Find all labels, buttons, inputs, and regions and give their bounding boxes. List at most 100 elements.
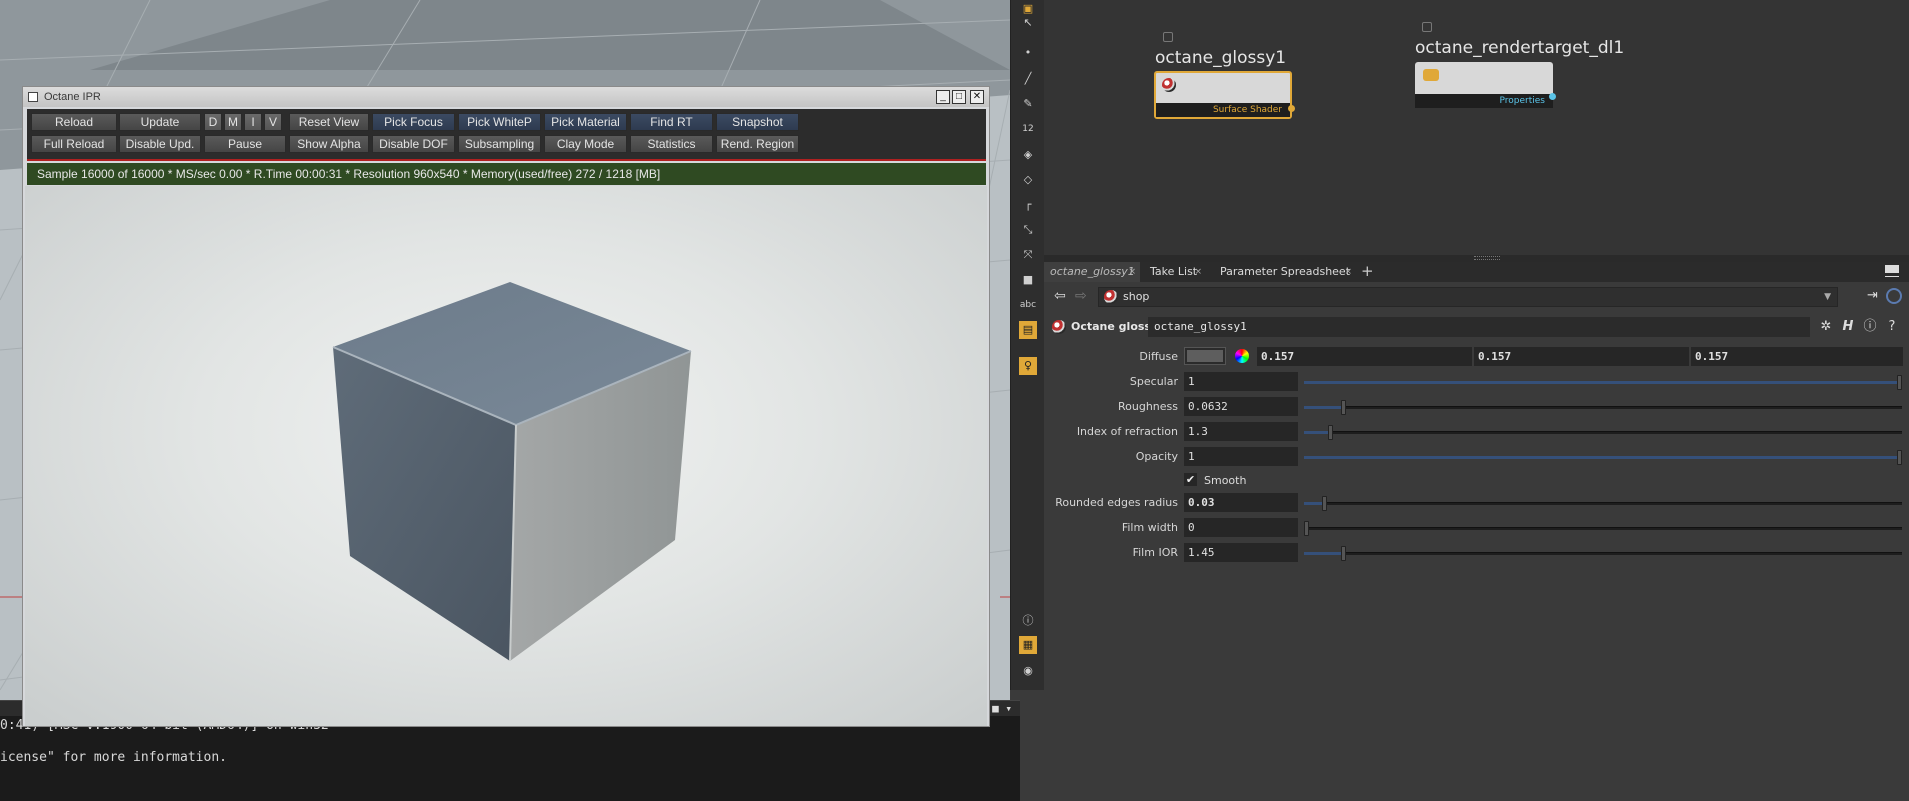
info-icon[interactable]: ⓘ: [1862, 319, 1878, 335]
grid-icon[interactable]: ▦: [1019, 636, 1037, 654]
d-button[interactable]: D: [204, 113, 222, 131]
opacity-field[interactable]: 1: [1184, 447, 1298, 466]
close-tab-icon[interactable]: ×: [1128, 262, 1136, 282]
tab-parameter-spreadsheet[interactable]: Parameter Spreadsheet ×: [1214, 262, 1356, 282]
reload-button[interactable]: Reload: [31, 113, 117, 131]
output-port-icon[interactable]: [1549, 93, 1556, 100]
pick-focus-button[interactable]: Pick Focus: [372, 113, 455, 131]
param-diffuse: Diffuse 0.157 0.157 0.157: [1044, 347, 1909, 367]
lock-icon[interactable]: [1422, 22, 1432, 32]
info-icon[interactable]: ⓘ: [1019, 612, 1037, 630]
move-icon[interactable]: ⤧: [1019, 246, 1037, 264]
film-ior-slider[interactable]: [1304, 546, 1902, 561]
lightbulb-icon[interactable]: ♀: [1019, 357, 1037, 375]
gear-icon[interactable]: ✲: [1818, 319, 1834, 335]
m-button[interactable]: M: [224, 113, 242, 131]
slider-handle[interactable]: [1322, 496, 1327, 511]
find-rt-button[interactable]: Find RT: [630, 113, 713, 131]
roughness-field[interactable]: 0.0632: [1184, 397, 1298, 416]
slider-handle[interactable]: [1897, 375, 1902, 390]
ior-field[interactable]: 1.3: [1184, 422, 1298, 441]
bucket-icon[interactable]: ◈: [1019, 146, 1037, 164]
clay-mode-button[interactable]: Clay Mode: [544, 135, 627, 153]
tab-octane-glossy1[interactable]: octane_glossy1 ×: [1044, 262, 1140, 282]
node-tile[interactable]: Surface Shader: [1154, 71, 1292, 119]
render-image[interactable]: [25, 186, 987, 726]
pane-split-handle[interactable]: [1044, 255, 1909, 262]
diffuse-r-field[interactable]: 0.157: [1257, 347, 1472, 366]
pause-button[interactable]: Pause: [204, 135, 286, 153]
specular-slider[interactable]: [1304, 375, 1902, 390]
slider-handle[interactable]: [1897, 450, 1902, 465]
brush-icon[interactable]: ╱: [1019, 70, 1037, 88]
rounded-edges-slider[interactable]: [1304, 496, 1902, 511]
v-button[interactable]: V: [264, 113, 282, 131]
opacity-slider[interactable]: [1304, 450, 1902, 465]
minimize-button[interactable]: _: [936, 90, 950, 104]
rounded-edges-field[interactable]: 0.03: [1184, 493, 1298, 512]
color-swatch[interactable]: [1184, 347, 1226, 365]
pane-menu-icon[interactable]: [1885, 265, 1899, 277]
subsampling-button[interactable]: Subsampling: [458, 135, 541, 153]
link-icon[interactable]: [1886, 288, 1902, 304]
update-button[interactable]: Update: [119, 113, 201, 131]
window-titlebar[interactable]: Octane IPR _ □ ✕: [23, 87, 989, 107]
scale-icon[interactable]: ⤡: [1019, 221, 1037, 239]
close-tab-icon[interactable]: ×: [1344, 262, 1352, 282]
close-button[interactable]: ✕: [970, 90, 984, 104]
add-tab-button[interactable]: +: [1361, 262, 1374, 282]
chevron-down-icon[interactable]: ▼: [1824, 288, 1831, 306]
pen-icon[interactable]: ✎: [1019, 95, 1037, 113]
roughness-slider[interactable]: [1304, 400, 1902, 415]
output-port-icon[interactable]: [1288, 105, 1295, 112]
close-tab-icon[interactable]: ×: [1194, 262, 1202, 282]
slider-handle[interactable]: [1304, 521, 1309, 536]
pin-icon[interactable]: ⇥: [1867, 288, 1878, 303]
smooth-checkbox[interactable]: ✔: [1184, 473, 1197, 486]
select-arrow-icon[interactable]: ↖: [1019, 14, 1037, 32]
dot-icon[interactable]: •: [1019, 44, 1037, 62]
console-menu-icon[interactable]: ■ ▾: [992, 702, 1012, 715]
stop-icon[interactable]: ■: [1019, 271, 1037, 289]
number-tool-icon[interactable]: 12: [1019, 120, 1037, 138]
slider-handle[interactable]: [1341, 400, 1346, 415]
pick-material-button[interactable]: Pick Material: [544, 113, 627, 131]
image-icon[interactable]: ▤: [1019, 321, 1037, 339]
color-wheel-icon[interactable]: [1235, 349, 1249, 363]
diffuse-b-field[interactable]: 0.157: [1691, 347, 1903, 366]
tab-take-list[interactable]: Take List ×: [1144, 262, 1206, 282]
disable-updates-button[interactable]: Disable Upd.: [119, 135, 201, 153]
slider-handle[interactable]: [1328, 425, 1333, 440]
node-name-field[interactable]: octane_glossy1: [1148, 317, 1810, 337]
maximize-button[interactable]: □: [952, 90, 966, 104]
lock-icon[interactable]: [1163, 32, 1173, 42]
reset-view-button[interactable]: Reset View: [289, 113, 369, 131]
ior-slider[interactable]: [1304, 425, 1902, 440]
full-reload-button[interactable]: Full Reload: [31, 135, 117, 153]
help-icon[interactable]: ?: [1884, 319, 1900, 335]
slider-handle[interactable]: [1341, 546, 1346, 561]
diffuse-g-field[interactable]: 0.157: [1474, 347, 1689, 366]
show-alpha-button[interactable]: Show Alpha: [289, 135, 369, 153]
film-width-field[interactable]: 0: [1184, 518, 1298, 537]
path-field[interactable]: shop ▼: [1098, 287, 1838, 307]
network-editor[interactable]: octane_glossy1 Surface Shader octane_ren…: [1044, 0, 1909, 258]
i-button[interactable]: I: [244, 113, 262, 131]
film-width-slider[interactable]: [1304, 521, 1902, 536]
disable-dof-button[interactable]: Disable DOF: [372, 135, 455, 153]
snapshot-button[interactable]: Snapshot: [716, 113, 799, 131]
pick-whitep-button[interactable]: Pick WhiteP: [458, 113, 541, 131]
specular-field[interactable]: 1: [1184, 372, 1298, 391]
render-region-button[interactable]: Rend. Region: [716, 135, 799, 153]
help-h-icon[interactable]: H: [1840, 319, 1856, 335]
film-ior-field[interactable]: 1.45: [1184, 543, 1298, 562]
abc-text-icon[interactable]: abc: [1019, 296, 1037, 314]
bucket2-icon[interactable]: ◇: [1019, 171, 1037, 189]
back-arrow-icon[interactable]: ⇦: [1054, 288, 1066, 304]
statistics-button[interactable]: Statistics: [630, 135, 713, 153]
octane-ipr-window[interactable]: Octane IPR _ □ ✕ Reload Update D M I V R…: [22, 86, 990, 727]
node-tile[interactable]: Properties: [1415, 62, 1553, 108]
corner-icon[interactable]: ┌: [1019, 196, 1037, 214]
forward-arrow-icon[interactable]: ⇨: [1075, 288, 1087, 304]
eye-icon[interactable]: ◉: [1019, 662, 1037, 680]
